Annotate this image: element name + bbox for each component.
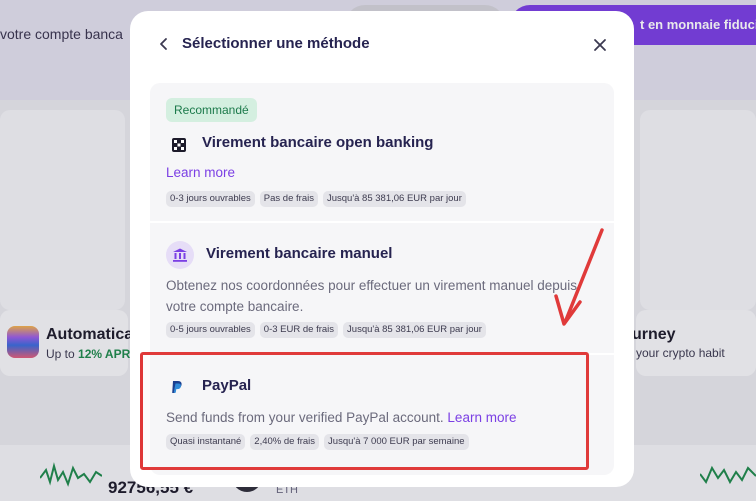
method-chips: 0-5 jours ouvrables 0-3 EUR de frais Jus… (166, 322, 486, 338)
chip-fees: 0-3 EUR de frais (259, 322, 339, 338)
chip-fees: Pas de frais (259, 191, 318, 207)
chevron-left-icon[interactable] (156, 36, 172, 52)
chip-delay: 0-5 jours ouvrables (166, 322, 255, 338)
recommended-badge: Recommandé (166, 98, 257, 122)
modal-header: Sélectionner une méthode (130, 11, 634, 77)
method-title: Virement bancaire open banking (202, 134, 434, 151)
method-title: PayPal (202, 377, 252, 394)
method-title: Virement bancaire manuel (206, 245, 393, 262)
method-description: Send funds from your verified PayPal acc… (166, 410, 517, 425)
chip-limit: Jusqu'à 85 381,06 EUR par jour (322, 191, 466, 207)
method-open-banking[interactable]: Recommandé Virement bancaire open bankin… (150, 83, 614, 221)
bank-icon-wrapper (166, 241, 194, 269)
open-banking-icon (172, 138, 186, 152)
chip-delay: Quasi instantané (166, 434, 246, 450)
paypal-icon (172, 381, 182, 393)
select-method-modal: Sélectionner une méthode Recommandé Vire… (130, 11, 634, 487)
learn-more-link[interactable]: Learn more (166, 165, 235, 180)
method-chips: Quasi instantané 2,40% de frais Jusqu'à … (166, 434, 469, 450)
chip-limit: Jusqu'à 85 381,06 EUR par jour (343, 322, 486, 338)
close-icon[interactable] (592, 37, 608, 53)
modal-title: Sélectionner une méthode (182, 35, 370, 52)
chip-limit: Jusqu'à 7 000 EUR par semaine (324, 434, 469, 450)
bank-icon (173, 248, 187, 262)
method-manual-transfer[interactable]: Virement bancaire manuel Obtenez nos coo… (150, 223, 614, 353)
method-paypal[interactable]: PayPal Send funds from your verified Pay… (150, 355, 614, 475)
method-chips: 0-3 jours ouvrables Pas de frais Jusqu'à… (166, 191, 466, 207)
chip-delay: 0-3 jours ouvrables (166, 191, 255, 207)
learn-more-link[interactable]: Learn more (447, 410, 516, 425)
method-description: Obtenez nos coordonnées pour effectuer u… (166, 278, 578, 314)
chip-fees: 2,40% de frais (250, 434, 320, 450)
